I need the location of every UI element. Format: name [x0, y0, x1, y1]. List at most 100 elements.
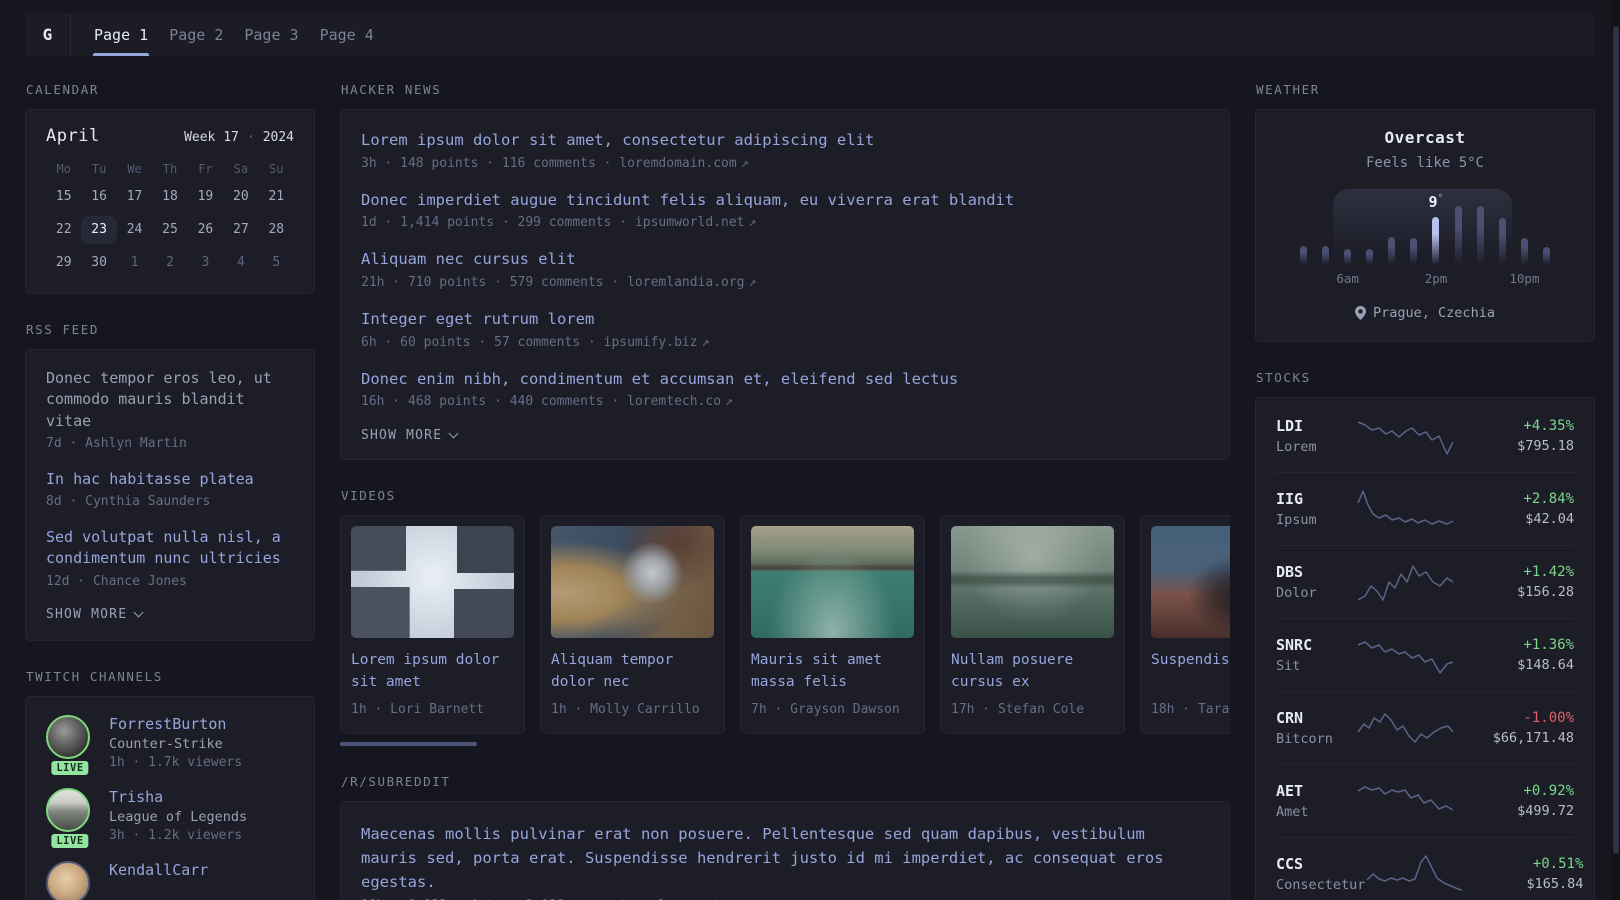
twitch-channel[interactable]: LIVE Trisha League of Legends 3h · 1.2k vie…: [46, 787, 294, 850]
stock-name: Bitcorn: [1276, 731, 1333, 747]
left-column: CALENDAR April Week 17 · 2024 Mo Tu We Th Fr…: [25, 82, 315, 900]
video-thumbnail: [1151, 526, 1230, 639]
calendar-day: 16: [91, 189, 107, 204]
hackernews-item-link[interactable]: Donec imperdiet augue tincidunt felis al…: [361, 190, 1209, 212]
hackernews-item-meta: 21h · 710 points · 579 comments · loreml…: [361, 275, 757, 291]
show-more-label: SHOW MORE: [46, 606, 128, 622]
calendar-day: 29: [55, 255, 72, 270]
video-title[interactable]: Nullam posuere cursus ex: [951, 650, 1114, 694]
channel-category: Counter-Strike: [109, 735, 223, 752]
stock-row[interactable]: DBS Dolor +1.42% $156.28: [1276, 545, 1574, 618]
avatar-wrap: LIVE: [46, 787, 94, 850]
rss-show-more-button[interactable]: SHOW MORE: [46, 607, 294, 622]
stock-price: $42.04: [1525, 511, 1574, 527]
channel-category: League of Legends: [109, 808, 248, 825]
dashboard-page: G Page 1 Page 2 Page 3 Page 4 CALENDAR Apri…: [0, 0, 1595, 900]
stock-sparkline: [1356, 779, 1456, 823]
calendar-day-of-week: Fr: [198, 162, 213, 176]
avatar: [46, 860, 90, 900]
channel-name[interactable]: Trisha: [109, 788, 247, 806]
channel-info: ForrestBurton Counter-Strike 1h · 1.7k vie…: [109, 715, 242, 770]
hackernews-card: Lorem ipsum dolor sit amet, consectetur …: [340, 109, 1230, 461]
calendar-day: 24: [126, 222, 143, 237]
video-card[interactable]: Lorem ipsum dolor sit amet consectetu… 1h…: [340, 515, 525, 735]
tab-page-2[interactable]: Page 2: [169, 13, 223, 56]
tab-page-1[interactable]: Page 1: [92, 13, 150, 56]
hackernews-show-more-button[interactable]: SHOW MORE: [361, 428, 1209, 443]
temperature-value: 9: [1428, 193, 1438, 211]
rss-item: Donec tempor eros leo, ut commodo mauris…: [46, 368, 294, 451]
stock-row[interactable]: IIG Ipsum +2.84% $42.04: [1276, 472, 1574, 545]
stock-name: Dolor: [1276, 585, 1317, 601]
stock-row[interactable]: CRN Bitcorn -1.00% $66,171.48: [1276, 691, 1574, 764]
video-title[interactable]: Aliquam tempor dolor nec pharetra…: [551, 650, 714, 694]
chevron-down-icon: [448, 428, 459, 439]
tab-page-4[interactable]: Page 4: [320, 13, 374, 56]
stock-row[interactable]: CCS Consectetur +0.51% $165.84: [1276, 837, 1583, 900]
channel-name[interactable]: ForrestBurton: [109, 715, 242, 733]
hackernews-item: Aliquam nec cursus elit 21h · 710 points …: [361, 249, 1209, 290]
rss-item-link[interactable]: Donec tempor eros leo, ut commodo mauris…: [46, 368, 294, 432]
calendar-month: April: [46, 126, 100, 146]
stock-change: +1.42%: [1523, 564, 1574, 580]
video-card[interactable]: Suspendisse diam 18h · Tara: [1140, 515, 1230, 735]
hackernews-item-link[interactable]: Lorem ipsum dolor sit amet, consectetur …: [361, 130, 1209, 152]
stock-row[interactable]: SNRC Sit +1.36% $148.64: [1276, 618, 1574, 691]
stock-identity: CCS Consectetur: [1276, 855, 1365, 893]
calendar-day: 22: [55, 222, 72, 237]
video-thumbnail: [751, 526, 914, 639]
reddit-post-link[interactable]: Maecenas mollis pulvinar erat non posuer…: [361, 822, 1209, 894]
rss-widget: RSS FEED Donec tempor eros leo, ut commo…: [25, 322, 315, 641]
video-meta: 1h · Molly Carrillo: [551, 702, 700, 718]
video-card[interactable]: Mauris sit amet massa felis 7h · Grayson …: [740, 515, 925, 735]
video-title[interactable]: Suspendisse diam: [1151, 650, 1230, 694]
calendar-day: 25: [162, 222, 178, 237]
stock-symbol: CRN: [1276, 709, 1304, 727]
stock-change: +0.92%: [1523, 783, 1574, 799]
video-card[interactable]: Nullam posuere cursus ex 17h · Stefan Col…: [940, 515, 1125, 735]
stock-symbol: CCS: [1276, 855, 1304, 873]
hackernews-item: Donec imperdiet augue tincidunt felis al…: [361, 190, 1209, 231]
weather-feels-like: Feels like 5°C: [1365, 155, 1484, 171]
tab-page-3[interactable]: Page 3: [244, 13, 298, 56]
current-temperature-label: 9°: [1429, 193, 1444, 211]
temperature-bar: [1498, 218, 1506, 265]
stocks-widget: STOCKS LDI Lorem +4.35% $795.18 IIG Ipsum +2.8…: [1255, 370, 1595, 900]
stock-symbol: AET: [1276, 782, 1304, 800]
stock-row[interactable]: AET Amet +0.92% $499.72: [1276, 764, 1574, 837]
video-title[interactable]: Lorem ipsum dolor sit amet consectetu…: [351, 650, 514, 694]
page-scrollbar-track[interactable]: [1612, 0, 1620, 900]
page-scrollbar-thumb[interactable]: [1613, 26, 1619, 854]
stock-values: +2.84% $42.04: [1456, 491, 1574, 527]
degree-symbol: °: [1437, 193, 1444, 204]
stock-symbol: SNRC: [1276, 636, 1313, 654]
twitch-channel[interactable]: LIVE ForrestBurton Counter-Strike 1h · 1.7k…: [46, 714, 294, 777]
stock-identity: LDI Lorem: [1276, 417, 1356, 455]
channel-meta: 1h · 1.7k viewers: [109, 754, 243, 770]
temperature-bar: [1388, 236, 1396, 265]
video-title[interactable]: Mauris sit amet massa felis: [751, 650, 914, 694]
rss-item-meta: 7d · Ashlyn Martin: [46, 435, 187, 451]
rss-item-link[interactable]: Sed volutpat nulla nisl, a condimentum n…: [46, 527, 294, 570]
stock-price: $499.72: [1517, 803, 1574, 819]
videos-widget: VIDEOS Lorem ipsum dolor sit amet consec…: [340, 488, 1230, 747]
avatar-wrap: [46, 860, 94, 900]
hackernews-item-meta: 16h · 468 points · 440 comments · loremt…: [361, 394, 733, 410]
hackernews-item-link[interactable]: Aliquam nec cursus elit: [361, 249, 1209, 271]
stock-row[interactable]: LDI Lorem +4.35% $795.18: [1276, 400, 1574, 472]
weather-header: WEATHER: [1256, 82, 1320, 97]
hackernews-item-link[interactable]: Integer eget rutrum lorem: [361, 309, 1209, 331]
twitch-channel[interactable]: KendallCarr: [46, 860, 294, 900]
carousel-scroll-thumb[interactable]: [340, 742, 477, 747]
calendar-day: 15: [55, 189, 72, 204]
videos-header: VIDEOS: [341, 488, 396, 504]
channel-name[interactable]: KendallCarr: [109, 861, 208, 879]
live-badge: LIVE: [49, 831, 91, 850]
video-card[interactable]: Aliquam tempor dolor nec pharetra… 1h · M…: [540, 515, 725, 735]
video-meta: 7h · Grayson Dawson: [751, 702, 900, 718]
hackernews-item-link[interactable]: Donec enim nibh, condimentum et accumsan…: [361, 369, 1209, 391]
separator-dot: ·: [246, 130, 255, 145]
calendar-day: 18: [162, 189, 178, 204]
rss-item-link[interactable]: In hac habitasse platea: [46, 469, 294, 490]
calendar-day-of-week: Sa: [233, 162, 249, 176]
